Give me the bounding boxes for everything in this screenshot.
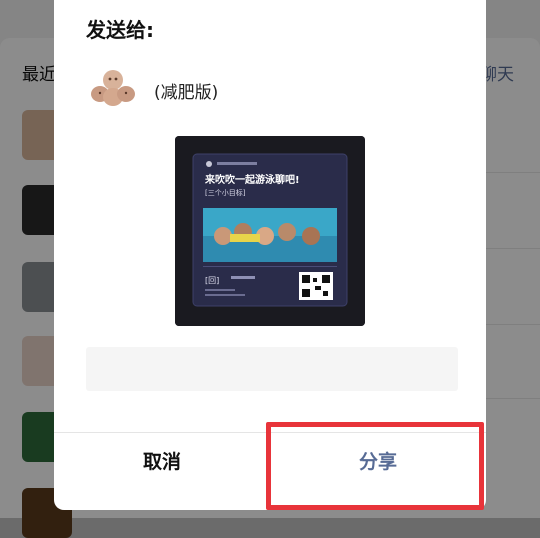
preview-brand: [回] bbox=[205, 276, 219, 285]
message-input[interactable] bbox=[86, 347, 458, 391]
dialog-title: 发送给: bbox=[86, 18, 154, 42]
shared-card-preview: 来吹吹一起游泳聊吧! [三个小目标] [回] bbox=[175, 136, 365, 326]
cancel-button[interactable]: 取消 bbox=[54, 433, 270, 503]
preview-headline: 来吹吹一起游泳聊吧! bbox=[204, 173, 300, 186]
recipient-name: (减肥版) bbox=[154, 83, 219, 103]
share-button[interactable]: 分享 bbox=[270, 433, 486, 503]
preview-subline: [三个小目标] bbox=[205, 188, 246, 197]
recent-chats-title: 最近 bbox=[22, 65, 56, 85]
share-dialog: 发送给: (减肥版) 来吹吹一起游泳聊吧! [三个小目标] [回] 取消 分享 bbox=[54, 0, 486, 510]
clay-figure-avatar-icon bbox=[91, 70, 135, 106]
